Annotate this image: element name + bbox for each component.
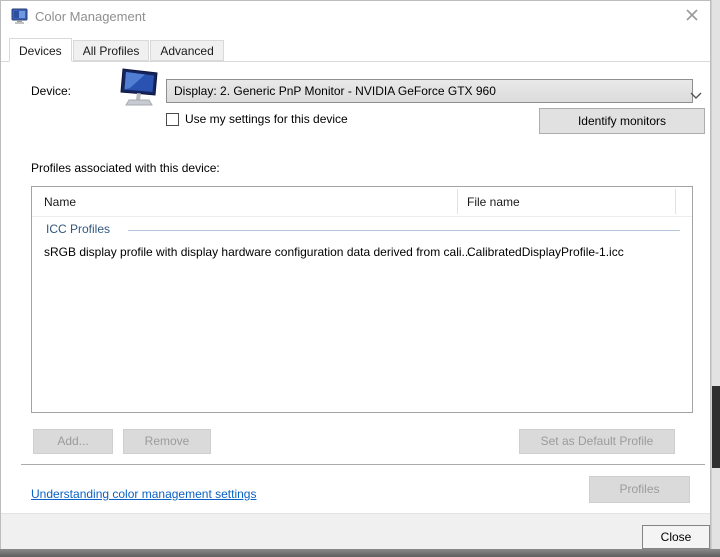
title-bar: Color Management — [1, 1, 710, 33]
profiles-list[interactable]: Name File name ICC Profiles sRGB display… — [31, 186, 693, 413]
device-label: Device: — [31, 84, 72, 98]
horizontal-separator — [21, 464, 705, 465]
icc-profiles-group-line — [128, 230, 680, 231]
color-management-dialog: Color Management Devices All Profiles Ad… — [0, 0, 711, 550]
device-select[interactable]: Display: 2. Generic PnP Monitor - NVIDIA… — [166, 79, 693, 103]
header-underline — [32, 216, 692, 217]
column-separator[interactable] — [457, 189, 458, 214]
background-bottom-edge — [0, 549, 720, 557]
color-management-app-icon — [11, 8, 29, 25]
monitor-icon — [115, 67, 163, 107]
profiles-button[interactable]: Profiles — [589, 476, 690, 503]
add-button[interactable]: Add... — [33, 429, 113, 454]
profiles-section-label: Profiles associated with this device: — [31, 161, 220, 175]
profile-row-file[interactable]: CalibratedDisplayProfile-1.icc — [467, 245, 624, 259]
close-window-icon[interactable] — [685, 8, 703, 26]
column-header-file-name[interactable]: File name — [467, 195, 520, 209]
tab-devices[interactable]: Devices — [9, 38, 72, 62]
tab-advanced[interactable]: Advanced — [150, 40, 224, 61]
use-my-settings-label: Use my settings for this device — [185, 112, 348, 126]
chevron-down-icon — [690, 87, 702, 99]
window-title: Color Management — [35, 9, 146, 24]
background-right-edge — [711, 0, 720, 549]
remove-button[interactable]: Remove — [123, 429, 211, 454]
understanding-color-management-link[interactable]: Understanding color management settings — [31, 487, 256, 501]
dialog-footer — [1, 513, 710, 550]
profile-row-name[interactable]: sRGB display profile with display hardwa… — [44, 245, 472, 259]
tab-bar: Devices All Profiles Advanced — [1, 38, 710, 62]
tab-all-profiles[interactable]: All Profiles — [72, 40, 150, 61]
identify-monitors-button[interactable]: Identify monitors — [539, 108, 705, 134]
screenshot-stage: Color Management Devices All Profiles Ad… — [0, 0, 720, 557]
column-header-name[interactable]: Name — [44, 195, 76, 209]
set-as-default-profile-button[interactable]: Set as Default Profile — [519, 429, 675, 454]
close-button[interactable]: Close — [642, 525, 710, 549]
use-my-settings-checkbox[interactable] — [166, 113, 179, 126]
icc-profiles-group-header: ICC Profiles — [46, 222, 111, 236]
column-separator[interactable] — [675, 189, 676, 214]
background-dark-block — [712, 386, 720, 468]
